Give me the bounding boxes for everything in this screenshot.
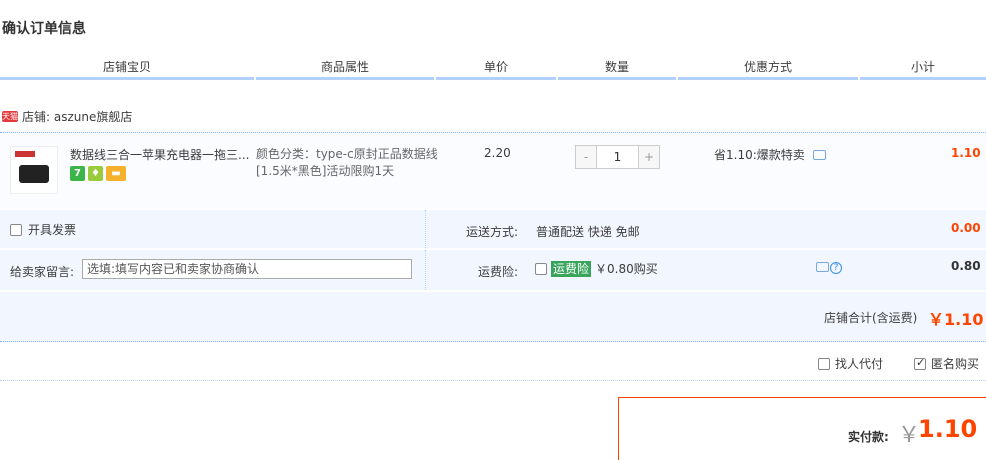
insurance-label: 运费险: bbox=[478, 265, 519, 279]
chat-icon[interactable] bbox=[812, 149, 826, 160]
column-header-quantity: 数量 bbox=[558, 56, 676, 80]
guarantee-icon[interactable]: ♦ bbox=[88, 166, 103, 181]
quantity-decrease-button[interactable]: - bbox=[576, 146, 596, 168]
product-attribute-line: [1.5米*黑色]活动限购1天 bbox=[256, 164, 395, 178]
shipping-label: 运送方式: bbox=[466, 225, 519, 239]
anonymous-label: 匿名购买 bbox=[931, 357, 980, 371]
shop-name[interactable]: 店铺: aszune旗舰店 bbox=[22, 108, 132, 125]
insurance-help: ? bbox=[816, 262, 842, 274]
insurance-amount: 0.80 bbox=[951, 259, 981, 273]
product-thumbnail[interactable] bbox=[10, 146, 58, 194]
quantity-increase-button[interactable]: + bbox=[639, 146, 659, 168]
help-icon[interactable]: ? bbox=[830, 262, 842, 274]
remark-input[interactable]: 选填:填写内容已和卖家协商确认 bbox=[82, 259, 412, 279]
thumbnail-label bbox=[15, 151, 35, 157]
credit-card-icon[interactable]: ▬ bbox=[106, 166, 126, 181]
invoice-option: 开具发票 bbox=[10, 221, 76, 238]
proxy-pay-checkbox[interactable] bbox=[818, 357, 830, 370]
insurance-tag: 运费险 bbox=[551, 260, 592, 277]
column-header-shop-item: 店铺宝贝 bbox=[0, 56, 254, 80]
insurance-option: 运费险 ￥0.80购买 bbox=[535, 260, 658, 277]
quantity-input[interactable]: 1 bbox=[596, 146, 639, 168]
insurance-price: ￥0.80购买 bbox=[595, 262, 658, 276]
band-divider bbox=[425, 250, 426, 290]
product-attributes: 颜色分类：type-c原封正品数据线 [1.5米*黑色]活动限购1天 bbox=[256, 146, 446, 180]
divider bbox=[0, 380, 986, 381]
remark-label: 给卖家留言: bbox=[10, 265, 75, 279]
pay-label: 实付款: bbox=[848, 430, 889, 444]
column-header-attributes: 商品属性 bbox=[256, 56, 434, 80]
shipping-amount: 0.00 bbox=[951, 221, 981, 235]
column-header-subtotal: 小计 bbox=[860, 56, 986, 80]
shipping-method: 普通配送 快递 免邮 bbox=[536, 225, 640, 239]
shop-total-value: ￥1.10 bbox=[928, 310, 984, 329]
discount-info: 省1.10:爆款特卖 bbox=[714, 146, 826, 163]
quantity-stepper: - 1 + bbox=[575, 145, 660, 169]
unit-price: 2.20 bbox=[484, 146, 511, 160]
proxy-pay-label: 找人代付 bbox=[835, 357, 884, 371]
invoice-label: 开具发票 bbox=[28, 223, 77, 237]
discount-text: 省1.10:爆款特卖 bbox=[714, 148, 805, 162]
insurance-checkbox[interactable] bbox=[535, 262, 547, 275]
product-attribute-line: 颜色分类：type-c原封正品数据线 bbox=[256, 147, 438, 161]
product-title-link[interactable]: 数据线三合一苹果充电器一拖三... bbox=[70, 146, 250, 163]
product-badges: 7 ♦ ▬ bbox=[70, 166, 126, 181]
invoice-checkbox[interactable] bbox=[10, 223, 22, 236]
pay-currency: ￥ bbox=[898, 423, 921, 448]
table-header: 店铺宝贝 商品属性 单价 数量 优惠方式 小计 bbox=[0, 56, 986, 80]
anonymous-option: 匿名购买 bbox=[914, 355, 979, 372]
chat-icon[interactable] bbox=[816, 262, 829, 272]
thumbnail-cable-image bbox=[19, 165, 49, 183]
band-divider bbox=[425, 210, 426, 248]
anonymous-checkbox[interactable] bbox=[914, 356, 926, 370]
order-item-row bbox=[0, 132, 986, 208]
item-subtotal: 1.10 bbox=[951, 146, 981, 160]
page-title: 确认订单信息 bbox=[2, 21, 86, 37]
column-header-price: 单价 bbox=[436, 56, 556, 80]
tmall-icon: 天猫 bbox=[2, 110, 18, 122]
column-header-discount: 优惠方式 bbox=[678, 56, 858, 80]
shop-total-label: 店铺合计(含运费) bbox=[824, 311, 918, 325]
seven-day-return-icon[interactable]: 7 bbox=[70, 166, 85, 181]
pay-value: 1.10 bbox=[918, 415, 978, 443]
shop-row: 天猫 店铺: aszune旗舰店 bbox=[0, 104, 132, 128]
proxy-pay-option: 找人代付 bbox=[818, 355, 883, 372]
